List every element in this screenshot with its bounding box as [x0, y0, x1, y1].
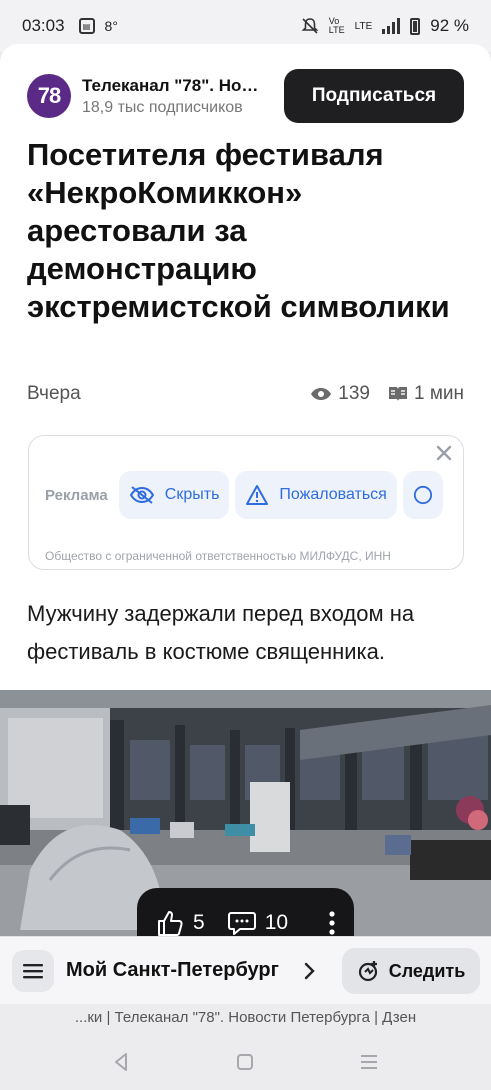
channel-avatar[interactable]: 78 [27, 74, 71, 118]
ad-block: Реклама Скрыть Пожаловаться Общество с о… [28, 435, 464, 570]
eye-icon [311, 388, 332, 400]
network-type: LTE [354, 20, 373, 32]
article-title: Посетителя фестиваля «НекроКомиккон» аре… [27, 137, 450, 324]
home-icon[interactable] [231, 1048, 259, 1076]
article-meta: Вчера 139 1 мин [27, 382, 464, 406]
comments-button[interactable]: 10 [227, 909, 288, 937]
menu-button[interactable] [12, 950, 54, 992]
article-date: Вчера [27, 383, 81, 404]
article-lead: Мужчину задержали перед входом на фестив… [27, 601, 415, 664]
book-icon [388, 387, 407, 401]
hamburger-icon [23, 964, 43, 979]
ad-label: Реклама [45, 486, 108, 504]
mute-icon [301, 18, 319, 34]
comment-icon [227, 912, 256, 935]
bottom-bar: Мой Санкт-Петербург Следить [0, 936, 491, 1004]
more-icon[interactable] [328, 910, 336, 936]
hide-ad-label: Скрыть [164, 486, 220, 503]
channel-subscribers: 18,9 тыс подписчиков [82, 98, 243, 116]
follow-button[interactable]: Следить [342, 948, 480, 994]
signal-icon [382, 18, 401, 34]
ad-info-button[interactable] [402, 471, 443, 519]
recents-icon[interactable] [355, 1048, 383, 1076]
battery-percent: 92 % [430, 16, 469, 35]
app-notification-icon: ▤ [78, 18, 95, 34]
eye-off-icon [129, 486, 154, 504]
report-ad-label: Пожаловаться [279, 486, 387, 503]
chevron-right-icon[interactable] [303, 961, 315, 981]
follow-label: Следить [388, 960, 466, 981]
channel-name[interactable]: Телеканал "78". Новости Петербурга [82, 76, 262, 96]
status-time: 03:03 [22, 16, 65, 35]
thumbs-up-icon [158, 911, 183, 936]
report-ad-button[interactable]: Пожаловаться [235, 471, 397, 519]
article-card: 78 Телеканал "78". Новости Петербурга 18… [0, 44, 491, 1004]
page-caption: ...ки | Телеканал "78". Новости Петербур… [0, 1004, 491, 1034]
status-temperature: 8° [104, 18, 118, 34]
ad-legal-text: Общество с ограниченной ответственностью… [45, 549, 391, 563]
info-icon [413, 485, 432, 505]
follow-icon [358, 961, 377, 982]
likes-count: 5 [193, 911, 205, 934]
channel-header[interactable]: 78 Телеканал "78". Новости Петербурга 18… [27, 74, 262, 118]
like-button[interactable]: 5 [155, 908, 205, 938]
close-icon[interactable] [435, 444, 453, 462]
volte-icon: Vo LTE [328, 16, 345, 35]
hide-ad-button[interactable]: Скрыть [118, 471, 230, 519]
back-icon[interactable] [107, 1048, 135, 1076]
views-count: 139 [338, 383, 370, 404]
read-time: 1 мин [413, 383, 464, 404]
subscribe-button[interactable]: Подписаться [284, 69, 464, 123]
location-title[interactable]: Мой Санкт-Петербург [66, 959, 298, 982]
comments-count: 10 [264, 911, 289, 934]
warning-icon [246, 485, 269, 505]
battery-icon [410, 17, 421, 35]
system-nav-bar [0, 1034, 491, 1090]
